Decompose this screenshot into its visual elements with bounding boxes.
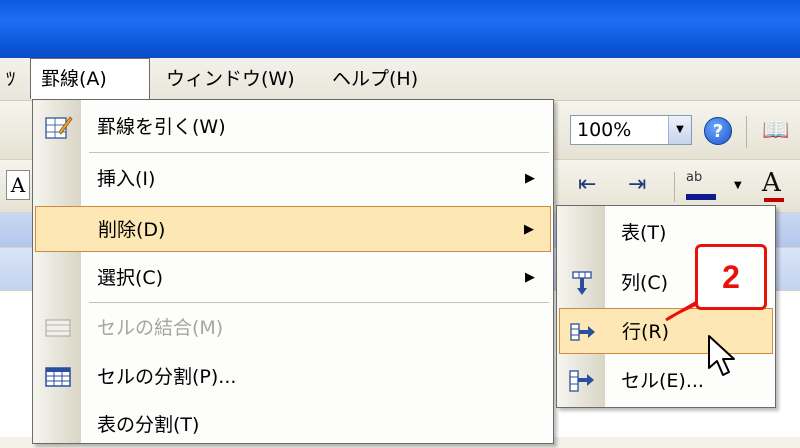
chevron-down-icon[interactable]: ▼ <box>668 116 691 144</box>
menu-item-label: 罫線を引く(W) <box>97 116 226 138</box>
menu-item-split-cells[interactable]: セルの分割(P)... <box>35 354 551 400</box>
menu-help[interactable]: ヘルプ(H) <box>322 58 428 100</box>
chevron-down-icon[interactable]: ▼ <box>734 180 742 191</box>
zoom-value: 100% <box>577 119 632 141</box>
delete-row-icon <box>570 323 595 341</box>
submenu-arrow-icon: ▶ <box>524 222 534 237</box>
menu-item-label: セルの結合(M) <box>97 317 224 339</box>
book-icon[interactable]: 📖 <box>762 118 789 143</box>
menu-divider <box>89 302 549 303</box>
menu-divider <box>89 152 549 153</box>
menu-item-merge-cells[interactable]: セルの結合(M) <box>35 305 551 351</box>
submenu-arrow-icon: ▶ <box>525 270 535 285</box>
font-color-glyph: A <box>762 168 781 198</box>
zoom-select[interactable]: 100% ▼ <box>570 115 692 145</box>
highlight-icon[interactable]: ab <box>686 170 720 200</box>
submenu-item-label: 列(C) <box>621 272 669 294</box>
highlight-color-bar <box>686 194 716 200</box>
menu-item-label: 挿入(I) <box>97 168 156 190</box>
merge-cells-icon <box>45 319 71 337</box>
font-color-bar <box>764 198 784 202</box>
toolbar-separator <box>674 172 675 202</box>
menu-item-delete[interactable]: 削除(D) ▶ <box>35 206 551 252</box>
help-icon[interactable]: ? <box>704 117 732 145</box>
menu-window[interactable]: ウィンドウ(W) <box>156 58 305 100</box>
menu-table[interactable]: 罫線(A) <box>30 58 150 99</box>
menu-item-select[interactable]: 選択(C) ▶ <box>35 255 551 301</box>
submenu-arrow-icon: ▶ <box>525 171 535 186</box>
step-callout: 2 <box>695 244 767 310</box>
menu-item-label: セルの分割(P)... <box>97 366 237 388</box>
submenu-item-label: セル(E)... <box>621 370 704 392</box>
menu-item-label: 削除(D) <box>98 219 166 241</box>
decrease-indent-icon[interactable]: ⇤ <box>578 172 596 197</box>
font-color-icon[interactable]: A <box>762 168 784 202</box>
menu-item-label: 表の分割(T) <box>97 414 200 436</box>
menu-item-insert[interactable]: 挿入(I) ▶ <box>35 156 551 202</box>
draw-table-icon <box>45 116 73 139</box>
submenu-item-cell[interactable]: セル(E)... <box>559 358 773 404</box>
menu-previous-partial[interactable]: ﾂ <box>0 58 26 100</box>
style-a-icon[interactable]: A <box>6 170 30 200</box>
toolbar-separator <box>746 116 747 148</box>
increase-indent-icon[interactable]: ⇥ <box>628 172 646 197</box>
delete-cell-icon <box>569 370 594 392</box>
submenu-item-row[interactable]: 行(R) <box>559 308 773 354</box>
delete-column-icon <box>572 271 592 295</box>
split-cells-icon <box>45 367 71 387</box>
submenu-item-label: 行(R) <box>622 321 670 343</box>
highlight-glyph: ab <box>686 170 703 185</box>
mouse-cursor-icon <box>708 335 735 376</box>
menu-item-split-table[interactable]: 表の分割(T) <box>35 402 551 448</box>
menu-bar: ﾂ 罫線(A) ウィンドウ(W) ヘルプ(H) <box>0 58 800 101</box>
submenu-item-label: 表(T) <box>621 222 667 244</box>
table-menu-dropdown: 罫線を引く(W) 挿入(I) ▶ 削除(D) ▶ 選択(C) ▶ セルの結合(M… <box>32 99 554 444</box>
menu-item-label: 選択(C) <box>97 267 164 289</box>
step-number: 2 <box>722 259 740 295</box>
menu-item-draw-table[interactable]: 罫線を引く(W) <box>35 104 551 150</box>
window-title-bar <box>0 0 800 58</box>
